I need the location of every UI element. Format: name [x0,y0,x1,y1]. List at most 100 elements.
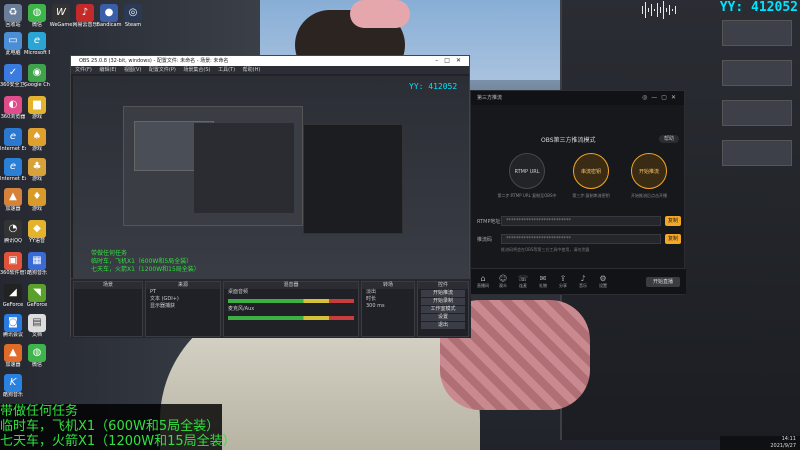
step-desc: 第三步:复制串流密钥 [572,193,610,198]
stream-key-field[interactable]: ************************** [501,234,661,244]
rtmp-url-field[interactable]: ************************** [501,216,661,226]
window-controls[interactable]: –□✕ [435,56,467,66]
ie-icon: e [4,128,22,146]
desktop-icon[interactable]: ▦ 酷狗音乐 [24,252,50,282]
source-item[interactable]: PT [146,289,220,296]
help-button[interactable]: 帮助 [659,135,679,143]
recycle-bin-icon: ♻ [4,4,22,22]
desktop-icon[interactable]: ♣ 游戏 [24,158,50,188]
desktop-icon[interactable]: ◉Google Chrome [24,64,50,94]
taskbar-clock[interactable]: 14:11 2021/9/27 [720,436,800,450]
studio-mode-button[interactable]: 工作室模式 [421,306,465,313]
start-recording-button[interactable]: 开始录制 [421,298,465,305]
sources-header: 来源 [146,282,220,289]
exit-button[interactable]: 退出 [421,322,465,329]
controls-dock: 控件 开始推流 开始录制 工作室模式 设置 退出 [417,281,469,337]
desktop-icon[interactable]: ♻ 回收站 [0,4,26,34]
desktop-icon[interactable]: eInternet Explorer [0,158,26,188]
mic-link-icon[interactable]: ☏ 连麦 [515,274,531,289]
obs-window[interactable]: OBS 25.0.8 (32-bit, windows) - 配置文件: 未命名… [70,55,471,338]
desktop-icon[interactable]: ◍ 微信 [24,4,50,34]
desktop-icon[interactable]: ◙ 腾讯会议 [0,314,26,344]
panel-subtitle: OBS第三方推流模式 [541,137,596,144]
wechat-icon: ◍ [28,4,46,22]
app-icon: ◢ [4,284,22,302]
desktop-icon[interactable]: ♪ 网易云音乐 [72,4,98,34]
start-streaming-button[interactable]: 开始推流 [421,290,465,297]
transitions-header: 转场 [362,282,414,289]
meeting-icon: ◙ [4,314,22,332]
gift-icon[interactable]: ✉ 礼物 [535,274,551,289]
desktop-icon[interactable]: ✓360安全卫士 [0,64,26,94]
mixer-label: 麦克风/Aux [228,306,255,312]
transition-type[interactable]: 淡出 [362,289,414,296]
sources-dock[interactable]: 来源 PT 文本 (GDI+) 显示器捕获 [145,281,221,337]
audience-icon[interactable]: ☺ 观众 [495,274,511,289]
duration-label: 时长 [366,296,377,302]
volume-meter [228,316,354,320]
desktop-icon[interactable]: ◍ 微信 [24,344,50,374]
music-icon[interactable]: ♪ 音乐 [575,274,591,289]
browser-icon: ◐ [4,96,22,114]
shield-icon: ✓ [4,64,22,82]
transitions-dock[interactable]: 转场 淡出 时长 300 ms [361,281,415,337]
scenes-dock[interactable]: 场景 [73,281,143,337]
accelerator-icon: ▲ [4,344,22,362]
desktop-icon[interactable]: ♦ 游戏 [24,188,50,218]
preview-text-line: 七天车，火箭X1（1200W和15局全装） [91,266,200,273]
obs-title-bar[interactable]: OBS 25.0.8 (32-bit, windows) - 配置文件: 未命名… [71,56,469,66]
desktop-icon[interactable]: ▭ 此电脑 [0,32,26,62]
preview-counter: YY: 412052 [409,82,458,91]
desktop-icon[interactable]: ▆ 游戏 [24,96,50,126]
folder-icon: ▆ [28,96,46,114]
desktop-icon[interactable]: eInternet Explorer [0,128,26,158]
document-icon: ▤ [28,314,46,332]
clock-time: 14:11 [781,436,796,442]
obs-dock: 场景 来源 PT 文本 (GDI+) 显示器捕获 混音器 桌面音频 麦克风/Au… [71,278,471,338]
game-icon: ♦ [28,188,46,206]
desktop-icon[interactable]: ◐ 360浏览器 [0,96,26,126]
desktop-icon[interactable]: ◥ GeForce [24,284,50,314]
panel-window-controls[interactable]: ◎—▢✕ [642,91,680,105]
edge-icon: e [28,32,46,50]
mixer-dock[interactable]: 混音器 桌面音频 麦克风/Aux [223,281,359,337]
settings-button[interactable]: 设置 [421,314,465,321]
desktop-icon[interactable]: K 酷狗音乐 [0,374,26,404]
room-icon[interactable]: ⌂ 直播间 [475,274,491,289]
share-icon[interactable]: ⇪ 分享 [555,274,571,289]
copy-key-button[interactable]: 复制 [665,234,681,244]
controls-header: 控件 [418,282,468,289]
desktop-icon[interactable]: ▤ 文档 [24,314,50,344]
desktop-icon[interactable]: ♠ 游戏 [24,128,50,158]
green-text-overlay: 带做任何任务 临时车，飞机X1（600W和5局全装） 七天车，火箭X1（1200… [0,404,236,450]
step-start-stream: 开始推流 [631,153,667,189]
game-icon: ♠ [28,128,46,146]
preview-text-line: 临时车，飞机X1（600W和5局全装） [91,258,193,265]
desktop-icon[interactable]: ◎ Steam [120,4,146,34]
nested-preview [123,106,303,226]
desktop-icon[interactable]: ◆ YY语音 [24,220,50,250]
desktop-icon[interactable]: ◢ GeForce [0,284,26,314]
start-live-button[interactable]: 开始直播 [646,277,680,287]
source-item[interactable]: 显示器捕获 [146,303,220,310]
desktop-icon[interactable]: ▲ 加速器 [0,188,26,218]
desktop-icon[interactable]: ● Bandicam [96,4,122,34]
desktop-icon[interactable]: ▲ 加速器 [0,344,26,374]
duration-value[interactable]: 300 ms [362,303,414,310]
bandicam-icon: ● [100,4,118,22]
desktop-icon[interactable]: W WeGame [48,4,74,34]
desktop-icon[interactable]: ▣360软件管家 [0,252,26,282]
wegame-icon: W [52,4,70,22]
kugou-icon: K [4,374,22,392]
rtmp-label: RTMP地址 [477,219,501,225]
mixer-header: 混音器 [224,282,358,289]
obs-menu-bar[interactable]: 文件(F) 编辑(E) 视图(V) 配置文件(P) 场景集合(S) 工具(T) … [71,66,469,74]
source-item[interactable]: 文本 (GDI+) [146,296,220,303]
copy-rtmp-button[interactable]: 复制 [665,216,681,226]
desktop-icon[interactable]: ◔ 腾讯QQ [0,220,26,250]
overlay-line: 带做任何任务 [0,404,79,419]
gear-icon[interactable]: ⚙ 设置 [595,274,611,289]
preview-text-line: 带做任何任务 [91,250,128,257]
stream-tool-panel[interactable]: 第三方推流 ◎—▢✕ OBS第三方推流模式 帮助 RTMP URL 串流密钥 开… [470,90,686,295]
desktop-icon[interactable]: eMicrosoft Edge [24,32,50,62]
